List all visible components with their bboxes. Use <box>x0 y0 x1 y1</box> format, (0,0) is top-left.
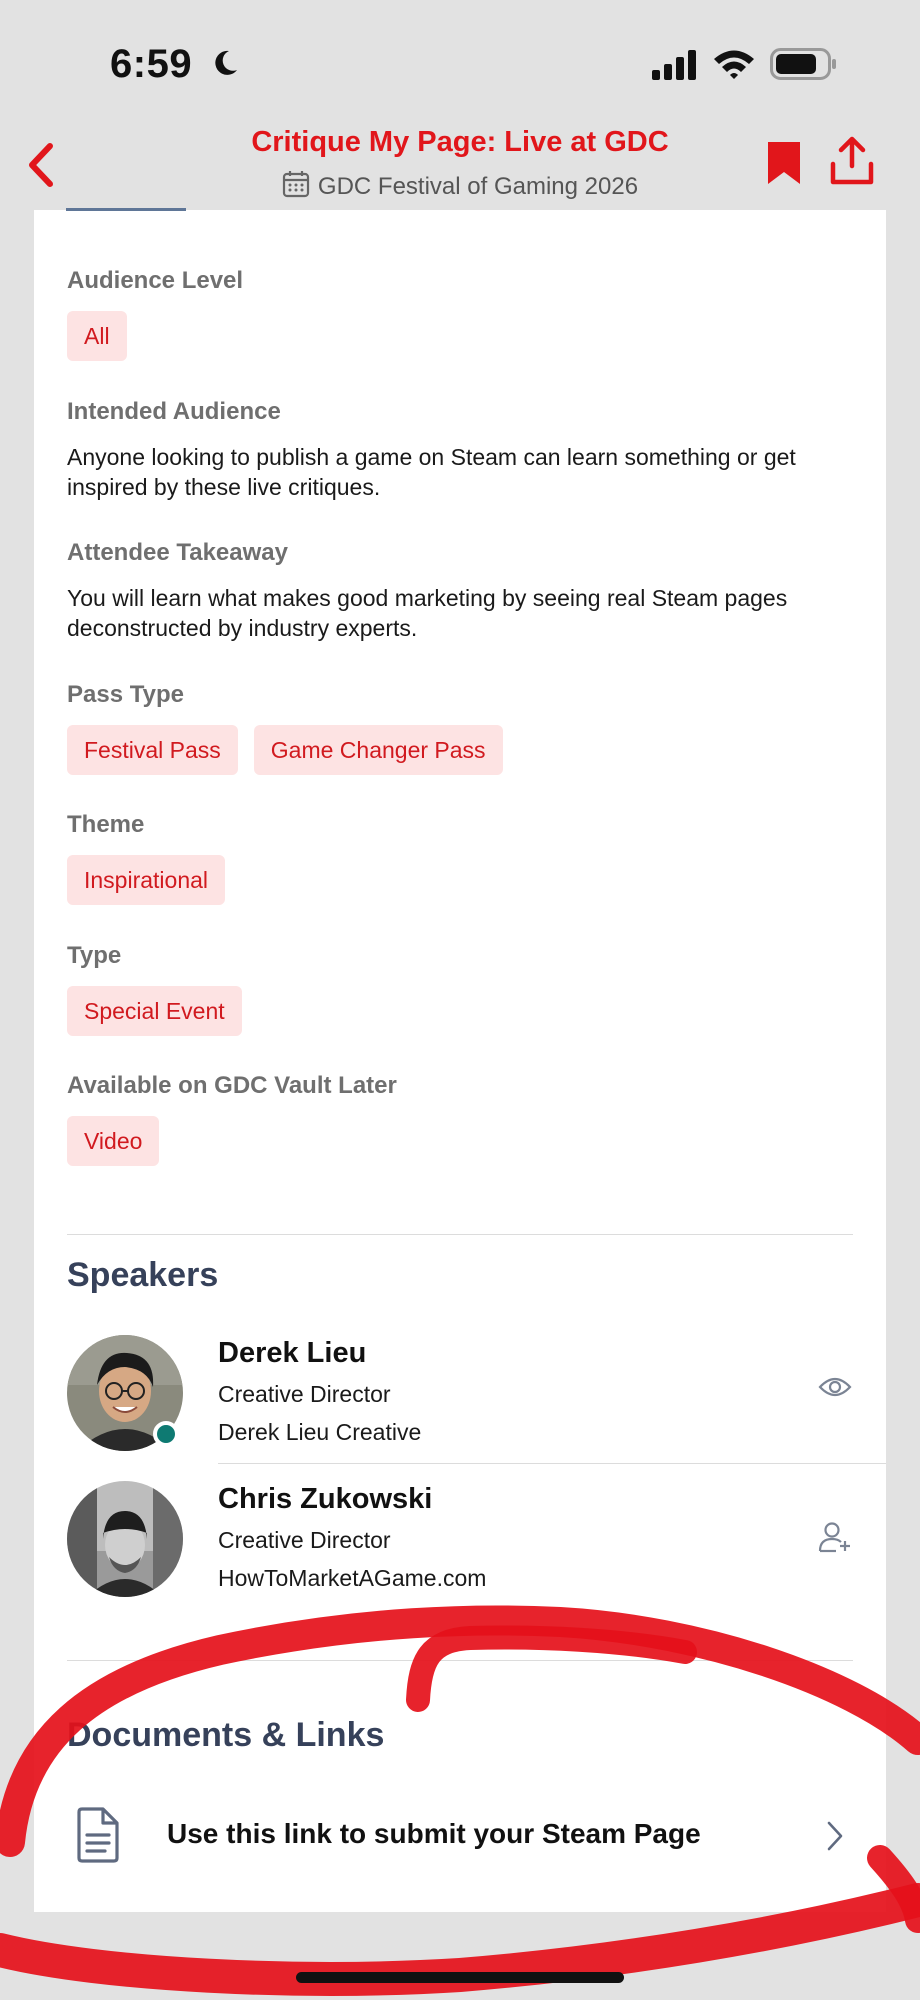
section-divider <box>67 1234 853 1235</box>
chevron-right-icon <box>827 1821 843 1851</box>
event-name: GDC Festival of Gaming 2026 <box>317 173 639 200</box>
vault-label: Available on GDC Vault Later <box>67 1072 397 1099</box>
eye-icon[interactable] <box>818 1375 852 1399</box>
pass-type-chip[interactable]: Festival Pass <box>67 725 238 775</box>
calendar-icon <box>282 171 310 198</box>
nav-header: Critique My Page: Live at GDC GDC Festiv… <box>0 120 920 210</box>
type-section: Type Special Event <box>67 942 242 1036</box>
intended-audience-text: Anyone looking to publish a game on Stea… <box>67 444 796 500</box>
avatar <box>67 1481 183 1597</box>
moon-icon <box>215 50 237 75</box>
document-icon <box>77 1807 119 1863</box>
type-label: Type <box>67 942 122 969</box>
intended-audience-section: Intended Audience Anyone looking to publ… <box>67 398 867 502</box>
vault-section: Available on GDC Vault Later Video <box>67 1072 397 1166</box>
online-status-dot <box>153 1421 179 1447</box>
bookmark-icon[interactable] <box>764 140 804 188</box>
wifi-icon <box>714 50 754 79</box>
cellular-signal-icon <box>652 50 696 80</box>
intended-audience-label: Intended Audience <box>67 398 281 425</box>
status-bar: 6:59 <box>0 0 920 130</box>
speaker-role: Creative Director <box>218 1527 391 1553</box>
speakers-heading: Speakers <box>67 1256 219 1294</box>
speaker-name: Chris Zukowski <box>218 1483 433 1515</box>
documents-heading: Documents & Links <box>67 1716 385 1754</box>
vault-chip[interactable]: Video <box>67 1116 160 1166</box>
pass-type-label: Pass Type <box>67 681 184 708</box>
share-icon[interactable] <box>828 136 876 188</box>
speaker-org: HowToMarketAGame.com <box>218 1565 487 1591</box>
theme-section: Theme Inspirational <box>67 811 226 905</box>
theme-chip[interactable]: Inspirational <box>67 855 226 905</box>
document-link-label: Use this link to submit your Steam Page <box>167 1818 701 1849</box>
pass-type-section: Pass Type Festival Pass Game Changer Pas… <box>67 681 503 775</box>
audience-level-chip[interactable]: All <box>67 311 127 361</box>
status-time: 6:59 <box>110 42 193 86</box>
document-link-row[interactable]: Use this link to submit your Steam Page <box>67 1800 853 1870</box>
session-title: Critique My Page: Live at GDC <box>251 126 669 158</box>
speaker-divider <box>218 1463 886 1464</box>
speaker-row[interactable]: Derek Lieu Creative Director Derek Lieu … <box>67 1335 886 1475</box>
attendee-takeaway-label: Attendee Takeaway <box>67 539 288 566</box>
speaker-role: Creative Director <box>218 1381 391 1407</box>
pass-type-chip[interactable]: Game Changer Pass <box>253 725 503 775</box>
section-divider <box>67 1660 853 1661</box>
attendee-takeaway-section: Attendee Takeaway You will learn what ma… <box>67 539 867 643</box>
type-chip[interactable]: Special Event <box>67 986 242 1036</box>
audience-level-label: Audience Level <box>67 267 244 294</box>
event-subtitle: GDC Festival of Gaming 2026 <box>160 170 760 201</box>
speaker-org: Derek Lieu Creative <box>218 1419 422 1445</box>
add-user-icon[interactable] <box>818 1521 852 1553</box>
battery-icon <box>770 48 836 80</box>
speaker-row[interactable]: Chris Zukowski Creative Director HowToMa… <box>67 1481 886 1621</box>
theme-label: Theme <box>67 811 145 838</box>
speaker-name: Derek Lieu <box>218 1337 367 1369</box>
home-indicator[interactable] <box>296 1972 624 1983</box>
attendee-takeaway-text: You will learn what makes good marketing… <box>67 585 788 641</box>
audience-level-section: Audience Level All <box>67 267 243 361</box>
back-chevron-icon[interactable] <box>22 140 62 190</box>
tab-indicator <box>66 208 186 211</box>
